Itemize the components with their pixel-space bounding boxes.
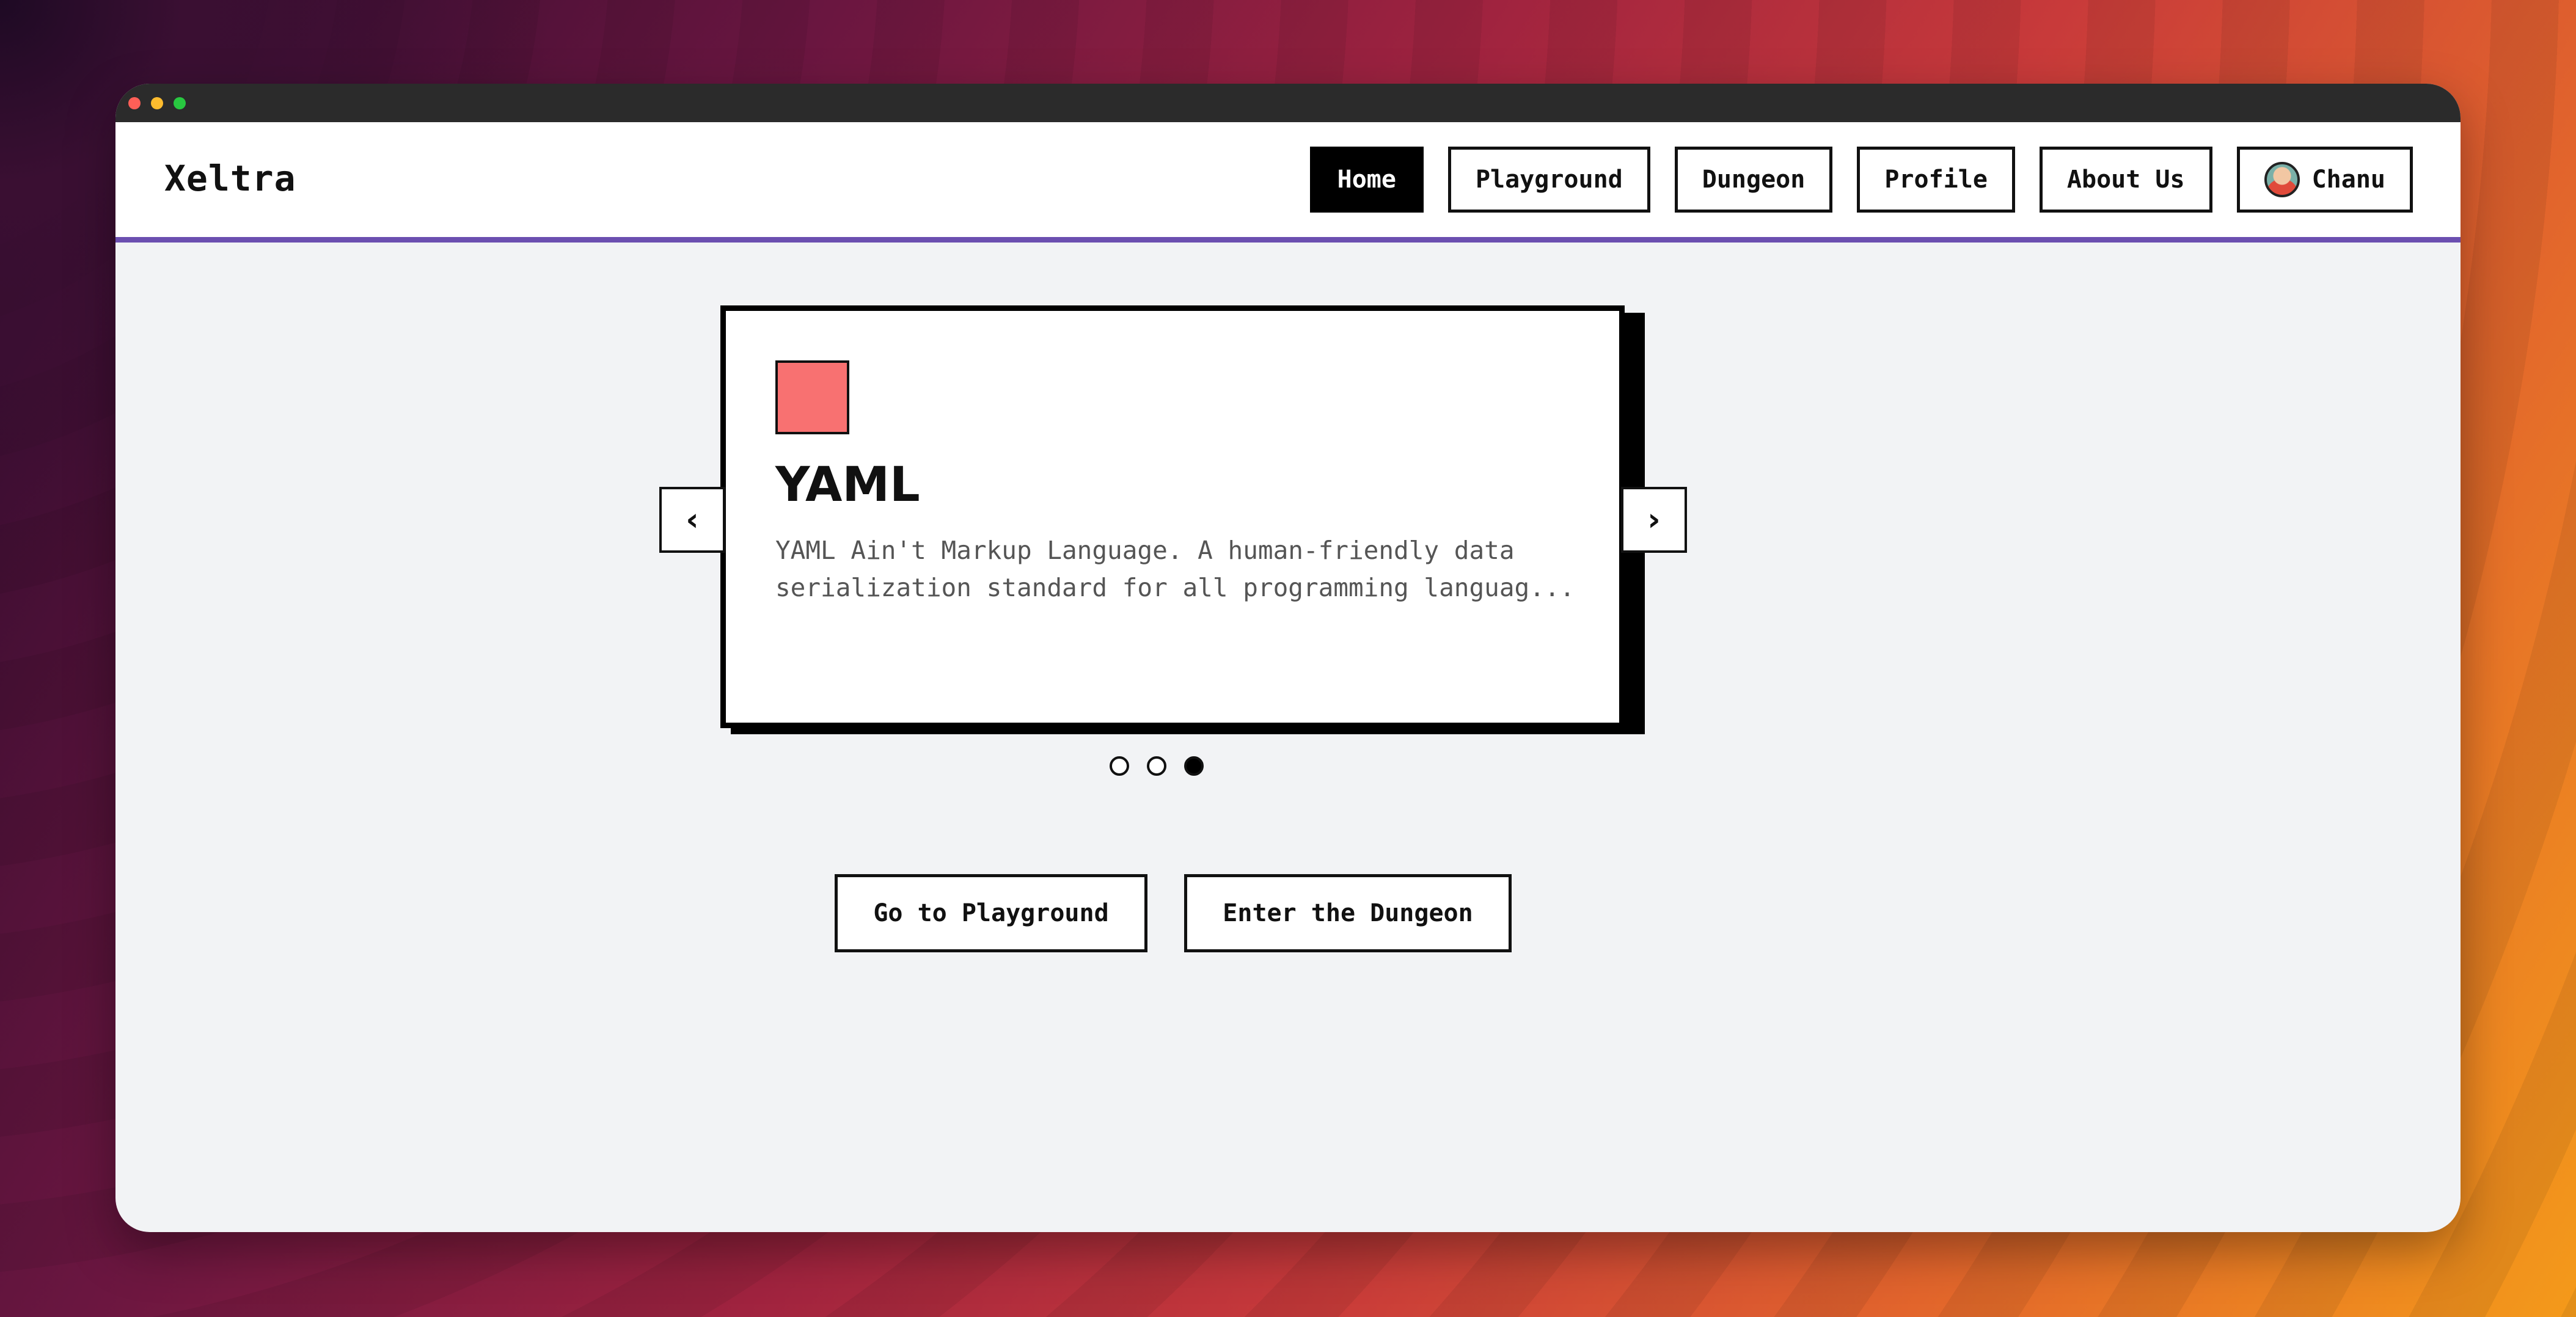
nav-playground[interactable]: Playground (1447, 147, 1650, 213)
user-avatar-icon (2264, 162, 2300, 197)
brand-logo[interactable]: Xeltra (164, 158, 296, 199)
card-title: YAML (775, 458, 920, 513)
nav-links: Home Playground Dungeon Profile About Us… (1309, 147, 2413, 213)
close-window-button[interactable] (128, 97, 141, 109)
chevron-left-icon: ‹ (686, 502, 699, 538)
go-to-playground-button[interactable]: Go to Playground (835, 874, 1147, 952)
enter-dungeon-button[interactable]: Enter the Dungeon (1184, 874, 1512, 952)
language-color-swatch (775, 360, 849, 434)
carousel-dot-1[interactable] (1110, 756, 1129, 776)
minimize-window-button[interactable] (151, 97, 163, 109)
navbar: Xeltra Home Playground Dungeon Profile A… (115, 122, 2461, 243)
carousel-dot-2[interactable] (1147, 756, 1166, 776)
carousel-next-button[interactable]: › (1621, 487, 1687, 553)
card-description: YAML Ain't Markup Language. A human-frie… (775, 536, 1575, 602)
carousel-dot-3[interactable] (1184, 756, 1204, 776)
carousel-prev-button[interactable]: ‹ (659, 487, 725, 553)
nav-dungeon[interactable]: Dungeon (1674, 147, 1833, 213)
carousel-card: YAML YAML Ain't Markup Language. A human… (720, 305, 1645, 734)
title-bar (115, 84, 2461, 122)
maximize-window-button[interactable] (174, 97, 186, 109)
chevron-right-icon: › (1647, 502, 1661, 538)
nav-about-us[interactable]: About Us (2039, 147, 2212, 213)
carousel-indicators (1110, 756, 1204, 776)
language-card[interactable]: YAML YAML Ain't Markup Language. A human… (720, 305, 1625, 728)
user-name: Chanu (2311, 166, 2385, 194)
nav-home[interactable]: Home (1309, 147, 1424, 213)
user-menu-button[interactable]: Chanu (2236, 147, 2413, 213)
nav-profile[interactable]: Profile (1857, 147, 2015, 213)
